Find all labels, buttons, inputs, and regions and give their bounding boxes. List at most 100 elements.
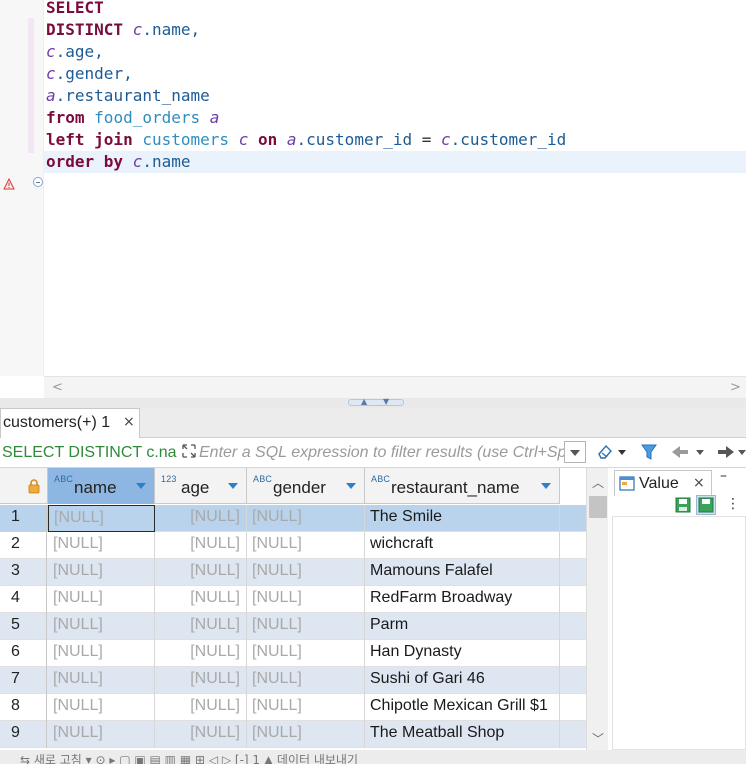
cell-gender[interactable]: [NULL] [247, 694, 365, 721]
cell-name[interactable]: [NULL] [48, 532, 155, 559]
column-header-age[interactable]: 123 age [155, 468, 247, 504]
table-row[interactable]: 2 [NULL] [NULL] [NULL] wichcraft [0, 532, 586, 559]
splitter-handle[interactable]: ▲ ▼ [348, 397, 404, 406]
cell-name[interactable]: [NULL] [48, 640, 155, 667]
sort-icon[interactable] [136, 483, 146, 489]
expand-icon[interactable] [181, 443, 197, 459]
cell-name[interactable]: [NULL] [48, 505, 155, 532]
scroll-right-icon[interactable]: > [730, 380, 741, 395]
sort-icon[interactable] [228, 483, 238, 489]
status-bar-actions[interactable]: ⇆ 새로 고침 ▾ ⊙ ▸ ▢ ▣ ▤ ▥ ▦ ⊞ ◁ ▷ [-] 1 ▲ 데이… [20, 750, 720, 764]
table-row[interactable]: 6 [NULL] [NULL] [NULL] Han Dynasty [0, 640, 586, 667]
cell-age[interactable]: [NULL] [155, 694, 247, 721]
filter-input[interactable] [199, 442, 569, 464]
cell-age[interactable]: [NULL] [155, 505, 247, 532]
cell-gender[interactable]: [NULL] [247, 586, 365, 613]
cell-gender[interactable]: [NULL] [247, 532, 365, 559]
lock-icon[interactable] [26, 478, 42, 494]
cell-age[interactable]: [NULL] [155, 613, 247, 640]
value-content-area[interactable] [612, 516, 746, 750]
cell-gender[interactable]: [NULL] [247, 640, 365, 667]
filter-history-dropdown[interactable] [564, 441, 586, 463]
cell-age[interactable]: [NULL] [155, 559, 247, 586]
cell-age[interactable]: [NULL] [155, 586, 247, 613]
column-header-restaurant-name[interactable]: ABC restaurant_name [365, 468, 560, 504]
table-row[interactable]: 7 [NULL] [NULL] [NULL] Sushi of Gari 46 [0, 667, 586, 694]
cell-restaurant-name[interactable]: RedFarm Broadway [365, 586, 560, 613]
cell-restaurant-name[interactable]: Sushi of Gari 46 [365, 667, 560, 694]
warning-icon[interactable] [3, 178, 15, 190]
sql-line[interactable]: a.restaurant_name [46, 85, 210, 107]
row-number[interactable]: 5 [0, 613, 47, 640]
tab-value[interactable]: Value × [614, 470, 712, 496]
row-number[interactable]: 2 [0, 532, 47, 559]
row-number[interactable]: 3 [0, 559, 47, 586]
sql-line[interactable]: from food_orders a [46, 107, 219, 129]
table-row[interactable]: 5 [NULL] [NULL] [NULL] Parm [0, 613, 586, 640]
scroll-left-icon[interactable]: < [52, 380, 63, 395]
cell-name[interactable]: [NULL] [48, 586, 155, 613]
close-icon[interactable]: × [123, 414, 135, 430]
more-options-icon[interactable]: ⋮ [726, 496, 740, 512]
table-row[interactable]: 3 [NULL] [NULL] [NULL] Mamouns Falafel [0, 559, 586, 586]
eraser-icon[interactable] [596, 442, 628, 462]
table-row[interactable]: 9 [NULL] [NULL] [NULL] The Meatball Shop [0, 721, 586, 748]
row-number[interactable]: 7 [0, 667, 47, 694]
filter-icon[interactable] [640, 442, 658, 462]
panel-splitter[interactable]: ▲ ▼ [0, 397, 746, 408]
query-text-snippet[interactable]: SELECT DISTINCT c.na [2, 444, 178, 464]
cell-gender[interactable]: [NULL] [247, 721, 365, 748]
cell-name[interactable]: [NULL] [48, 613, 155, 640]
cell-name[interactable]: [NULL] [48, 559, 155, 586]
scroll-down-icon[interactable]: ﹀ [592, 730, 604, 747]
cell-age[interactable]: [NULL] [155, 640, 247, 667]
sql-line[interactable]: DISTINCT c.name, [46, 19, 200, 41]
sort-icon[interactable] [346, 483, 356, 489]
row-number[interactable]: 8 [0, 694, 47, 721]
close-icon[interactable]: × [693, 475, 705, 491]
cell-gender[interactable]: [NULL] [247, 559, 365, 586]
tab-customers-result[interactable]: customers(+) 1 × [0, 408, 140, 438]
collapse-down-icon[interactable]: ▼ [383, 397, 389, 406]
cell-age[interactable]: [NULL] [155, 532, 247, 559]
forward-arrow-icon[interactable] [716, 442, 746, 462]
cell-name[interactable]: [NULL] [48, 721, 155, 748]
cell-restaurant-name[interactable]: Chipotle Mexican Grill $1 [365, 694, 560, 721]
cell-age[interactable]: [NULL] [155, 667, 247, 694]
results-grid[interactable]: ABC name 123 age ABC gender ABC restaura… [0, 468, 586, 764]
fold-toggle-icon[interactable] [33, 177, 43, 187]
column-header-name[interactable]: ABC name [48, 468, 155, 504]
cell-gender[interactable]: [NULL] [247, 613, 365, 640]
cell-restaurant-name[interactable]: Mamouns Falafel [365, 559, 560, 586]
cell-gender[interactable]: [NULL] [247, 667, 365, 694]
scroll-up-icon[interactable]: ︿ [592, 474, 604, 491]
table-row[interactable]: 1 [NULL] [NULL] [NULL] The Smile [0, 505, 586, 532]
sql-line[interactable]: SELECT [46, 0, 104, 19]
sql-editor[interactable]: SELECT DISTINCT c.name, c.age, c.gender, a.r… [0, 0, 746, 378]
sort-icon[interactable] [541, 483, 551, 489]
editor-horizontal-scrollbar[interactable]: < > [44, 376, 746, 398]
collapse-up-icon[interactable]: ▲ [361, 397, 367, 406]
sql-line[interactable]: order by c.name [46, 151, 191, 173]
cell-restaurant-name[interactable]: Parm [365, 613, 560, 640]
row-number[interactable]: 1 [0, 505, 47, 532]
column-header-gender[interactable]: ABC gender [247, 468, 365, 504]
table-row[interactable]: 8 [NULL] [NULL] [NULL] Chipotle Mexican … [0, 694, 586, 721]
row-number[interactable]: 6 [0, 640, 47, 667]
cell-gender[interactable]: [NULL] [247, 505, 365, 532]
cell-restaurant-name[interactable]: The Meatball Shop [365, 721, 560, 748]
table-row[interactable]: 4 [NULL] [NULL] [NULL] RedFarm Broadway [0, 586, 586, 613]
sql-line[interactable]: c.age, [46, 41, 104, 63]
minimize-icon[interactable]: – [720, 468, 727, 484]
save-icon[interactable] [674, 496, 692, 514]
row-number[interactable]: 9 [0, 721, 47, 748]
auto-save-toggle[interactable] [696, 495, 716, 515]
sql-line[interactable]: left join customers c on a.customer_id =… [46, 129, 566, 151]
scrollbar-thumb[interactable] [589, 496, 607, 518]
grid-vertical-scrollbar[interactable]: ︿ ﹀ [586, 468, 608, 764]
row-number[interactable]: 4 [0, 586, 47, 613]
sql-line[interactable]: c.gender, [46, 63, 133, 85]
cell-age[interactable]: [NULL] [155, 721, 247, 748]
back-arrow-icon[interactable] [670, 442, 710, 462]
cell-name[interactable]: [NULL] [48, 694, 155, 721]
